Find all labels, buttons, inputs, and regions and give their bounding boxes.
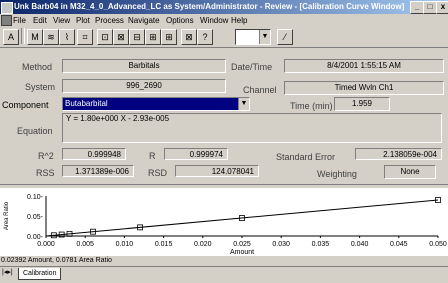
weighting-field: None [384,165,436,179]
system-label: System [25,82,56,92]
document-icon[interactable] [1,15,12,26]
tool-view4-icon[interactable]: ⊞ [145,29,161,45]
y-tick-label: 0.00- [27,234,44,241]
x-axis-label: Amount [230,249,254,256]
r-field: 0.999974 [164,148,228,160]
calibration-chart: 0.10- 0.05- 0.00-0.000 0.005 0.010 0.015 0.020… [4,194,447,256]
x-tick-label: 0.045 [390,241,408,248]
menu-help[interactable]: Help [231,15,247,26]
status-bar: 0.02392 Amount, 0.0781 Area Ratio [0,256,448,266]
x-tick-label: 0.040 [351,241,369,248]
tool-view2-icon[interactable]: ⊠ [113,29,129,45]
x-tick-label: 0.050 [429,241,447,248]
maximize-button[interactable]: □ [423,1,437,14]
menu-bar: File Edit View Plot Process Navigate Opt… [0,14,448,27]
weighting-label: Weighting [317,169,357,179]
y-axis-label: Area Ratio [4,201,10,230]
calibration-plot[interactable]: 0.10- 0.05- 0.00- 0.000 0.005 0.010 0.015 0.020… [0,188,448,264]
tool-a-icon[interactable]: A [3,29,19,45]
datetime-field: 8/4/2001 1:55:15 AM [284,59,444,73]
tool-trace-icon[interactable]: ⌇ [59,29,75,45]
window-title: Unk Barb04 in M32_4_0_Advanced_LC as Sys… [14,2,405,11]
toolbar-separator [21,28,25,44]
equation-label: Equation [17,126,53,136]
minimize-button[interactable]: _ [410,1,424,14]
menu-window[interactable]: Window [200,15,228,26]
y-tick-label: 0.05- [27,214,44,221]
menu-edit[interactable]: Edit [33,15,47,26]
system-field: 996_2690 [62,79,226,93]
component-label: Component [2,100,49,110]
r2-field: 0.999948 [62,148,126,160]
tool-view1-icon[interactable]: ⊡ [97,29,113,45]
menu-options[interactable]: Options [166,15,194,26]
app-icon [1,2,13,14]
datetime-label: Date/Time [231,62,273,72]
x-tick-label: 0.025 [233,241,251,248]
rsd-label: RSD [148,168,168,178]
channel-label: Channel [243,85,277,95]
method-label: Method [22,62,53,72]
tool-window-icon[interactable]: ⊠ [181,29,197,45]
x-tick-label: 0.015 [155,241,173,248]
rsd-field: 124.078041 [175,165,259,177]
component-select-value: Butabarbital [63,98,238,110]
fit-line [45,199,439,237]
time-field: 1.959 [334,97,390,111]
tool-view3-icon[interactable]: ⊟ [129,29,145,45]
x-tick-label: 0.035 [312,241,330,248]
r2-label: R^2 [38,151,54,161]
menu-view[interactable]: View [53,15,70,26]
rss-label: RSS [36,168,55,178]
menu-file[interactable]: File [13,15,26,26]
x-tick-label: 0.030 [272,241,290,248]
component-select[interactable]: Butabarbital ▼ [62,97,250,111]
toolbar: A M ≋ ⌇ ⌗ ⊡ ⊠ ⊟ ⊞ ⊞ ⊠ ? ▼ ⁄ [0,27,448,48]
tool-peak-icon[interactable]: ≋ [43,29,59,45]
menu-plot[interactable]: Plot [76,15,90,26]
method-field: Barbitals [62,59,226,73]
rss-field: 1.371389e-006 [62,165,134,177]
x-tick-label: 0.010 [116,241,134,248]
help-icon[interactable]: ? [197,29,213,45]
tool-edit-icon[interactable]: ⁄ [277,29,293,45]
cursor-readout: 0.02392 Amount, 0.0781 Area Ratio [1,257,112,264]
tab-bar: |◂▸| Calibration [0,266,448,283]
toolbar-dropdown[interactable]: ▼ [235,29,271,45]
title-bar: Unk Barb04 in M32_4_0_Advanced_LC as Sys… [0,0,448,14]
tab-calibration[interactable]: Calibration [18,268,62,280]
y-tick-label: 0.10- [27,194,44,201]
x-tick-label: 0.005 [76,241,94,248]
x-tick-label: 0.000 [37,241,55,248]
menu-process[interactable]: Process [95,15,124,26]
channel-field: Timed Wvln Ch1 [284,81,444,95]
chevron-down-icon[interactable]: ▼ [259,30,270,44]
tab-scroll-icon[interactable]: |◂▸| [2,268,13,276]
r-label: R [149,151,156,161]
tool-m-icon[interactable]: M [27,29,43,45]
tool-view5-icon[interactable]: ⊞ [161,29,177,45]
equation-field: Y = 1.80e+000 X - 2.93e-005 [62,113,442,143]
stderr-field: 2.138059e-004 [355,148,442,160]
chevron-down-icon[interactable]: ▼ [238,98,249,110]
time-label: Time (min) [290,101,333,111]
x-tick-label: 0.020 [194,241,212,248]
stderr-label: Standard Error [276,152,336,162]
menu-navigate[interactable]: Navigate [128,15,160,26]
tool-grid-icon[interactable]: ⌗ [77,29,93,45]
close-button[interactable]: x [436,1,448,14]
